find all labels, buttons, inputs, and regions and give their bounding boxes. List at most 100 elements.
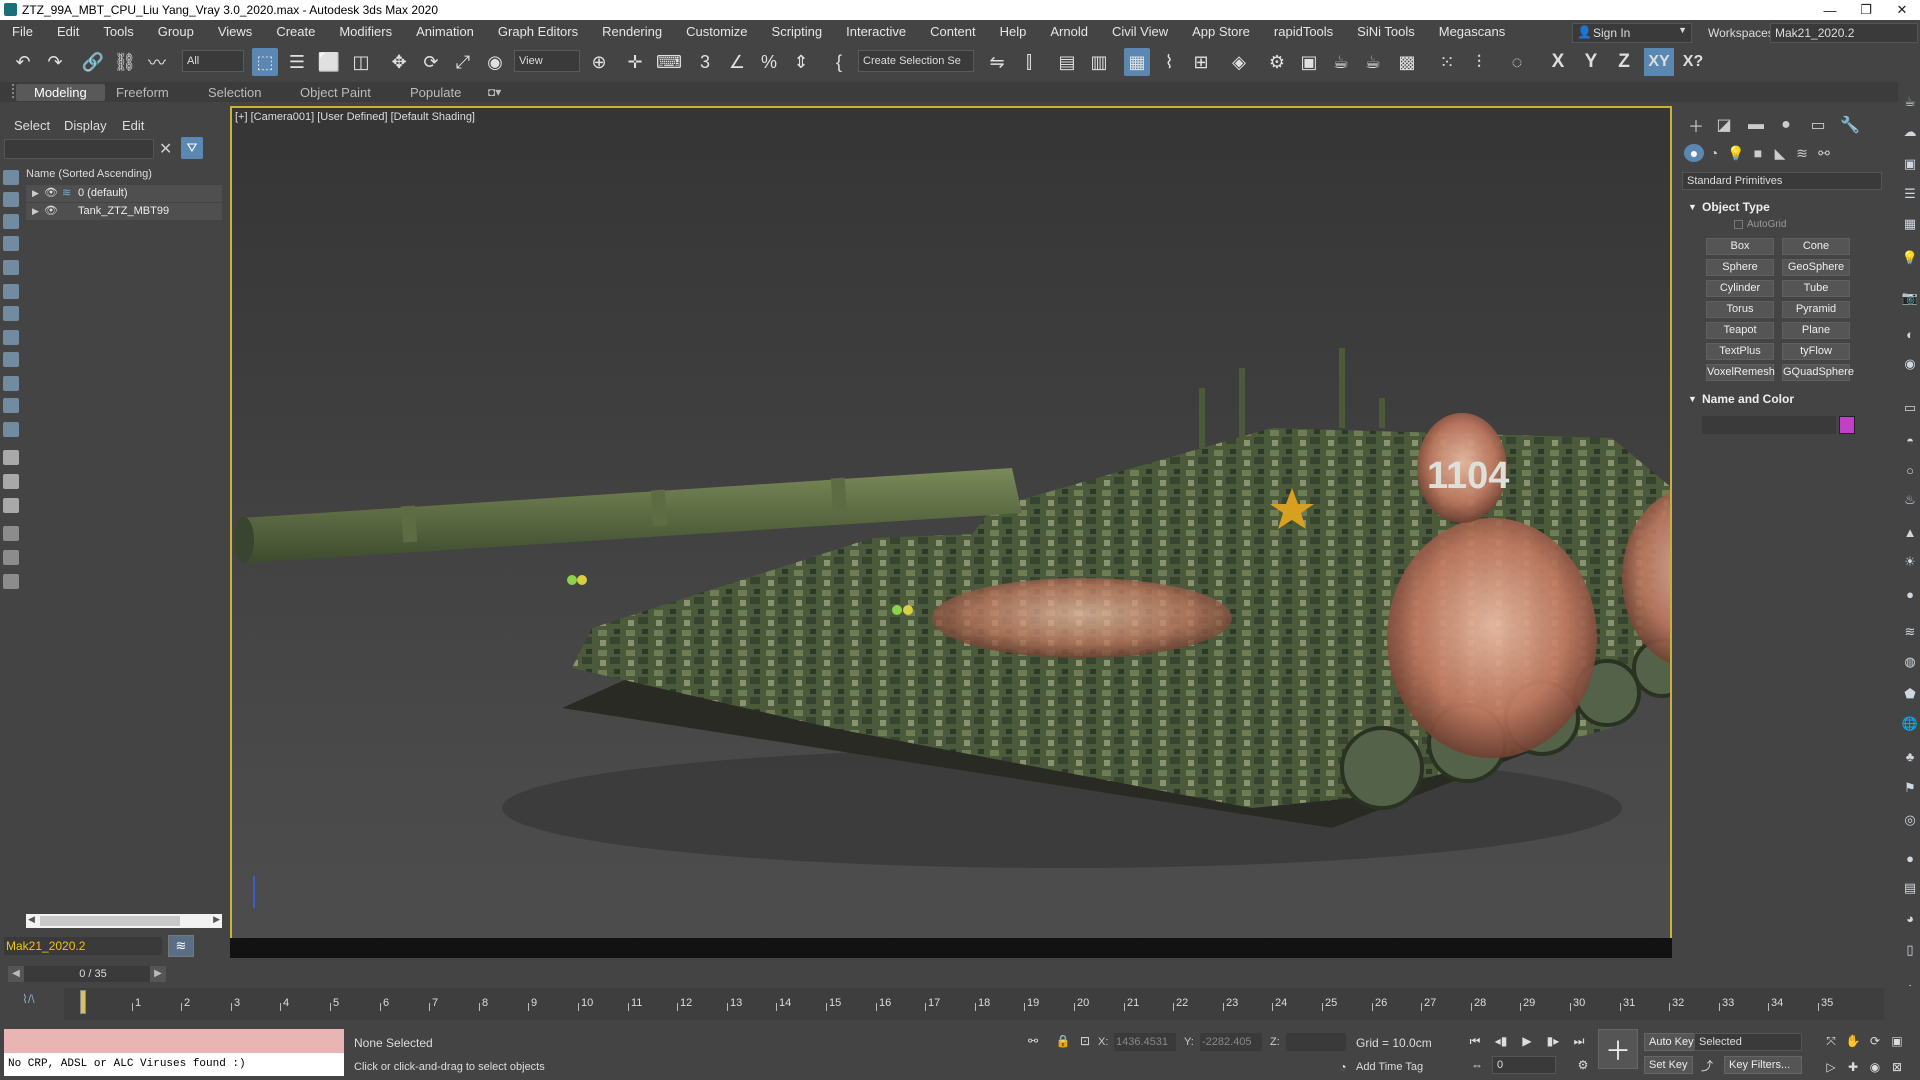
- menu-views[interactable]: Views: [206, 20, 264, 44]
- pivot-center-icon[interactable]: ⊕: [586, 48, 612, 76]
- material-editor-icon[interactable]: ◈: [1226, 48, 1252, 76]
- globe-icon[interactable]: 🌐: [1902, 716, 1918, 732]
- column-header-name[interactable]: Name (Sorted Ascending): [26, 166, 222, 182]
- gquadsphere-button[interactable]: GQuadSphere: [1782, 364, 1854, 381]
- shell-icon[interactable]: ◎: [1902, 812, 1918, 828]
- list-icon[interactable]: ☰: [1902, 186, 1918, 202]
- object-name-field[interactable]: [1702, 416, 1836, 434]
- tyflow-button[interactable]: tyFlow: [1782, 343, 1850, 360]
- reference-coordinate-dropdown[interactable]: View: [514, 50, 580, 72]
- ies-light-icon[interactable]: ♨: [1902, 492, 1918, 508]
- menu-group[interactable]: Group: [146, 20, 206, 44]
- visibility-eye-icon[interactable]: 👁: [44, 185, 58, 202]
- pyramid-button[interactable]: Pyramid: [1782, 301, 1850, 318]
- fov-icon[interactable]: ▷: [1822, 1058, 1840, 1076]
- menu-tools[interactable]: Tools: [91, 20, 145, 44]
- keyboard-shortcut-toggle-icon[interactable]: ⌨: [656, 48, 682, 76]
- plane-light-icon[interactable]: ▭: [1902, 400, 1918, 416]
- display-xrefs-icon[interactable]: [3, 330, 19, 345]
- key-mode-toggle-icon[interactable]: ⇔: [1468, 1056, 1486, 1074]
- explorer-horizontal-scrollbar[interactable]: ◀ ▶: [26, 914, 222, 928]
- menu-sini-tools[interactable]: SiNi Tools: [1345, 20, 1427, 44]
- name-and-color-rollout[interactable]: ▼ Name and Color: [1682, 390, 1882, 408]
- sign-in-dropdown[interactable]: 👤 Sign In ▼: [1572, 23, 1692, 43]
- menu-modifiers[interactable]: Modifiers: [327, 20, 404, 44]
- auto-key-button[interactable]: Auto Key: [1644, 1033, 1699, 1051]
- proxy-icon[interactable]: ⬟: [1902, 686, 1918, 702]
- time-slider[interactable]: 0 / 35: [24, 966, 162, 982]
- fur-icon[interactable]: ≋: [1902, 624, 1918, 640]
- spinner-snap-icon[interactable]: ⇕: [788, 48, 814, 76]
- render-production-icon[interactable]: ☕: [1328, 48, 1354, 76]
- scroll-right-icon[interactable]: ▶: [213, 914, 220, 925]
- menu-file[interactable]: File: [0, 20, 45, 44]
- play-icon[interactable]: ▶: [1518, 1032, 1536, 1050]
- menu-app-store[interactable]: App Store: [1180, 20, 1262, 44]
- isolate-selection-icon[interactable]: ◌: [1504, 48, 1530, 76]
- textplus-button[interactable]: TextPlus: [1706, 343, 1774, 360]
- plant-icon[interactable]: ♣: [1902, 748, 1918, 764]
- rectangular-selection-icon[interactable]: ⬜: [316, 48, 342, 76]
- menu-rendering[interactable]: Rendering: [590, 20, 674, 44]
- set-key-button[interactable]: Set Key: [1644, 1056, 1693, 1074]
- restore-button[interactable]: ❐: [1846, 0, 1886, 20]
- display-tab-icon[interactable]: ▭: [1806, 114, 1830, 136]
- torus-button[interactable]: Torus: [1706, 301, 1774, 318]
- layer-explorer-icon[interactable]: ▥: [1086, 48, 1112, 76]
- dome-light-icon[interactable]: ◓: [1902, 432, 1918, 448]
- dome-icon[interactable]: ◐: [1902, 326, 1918, 342]
- axis-x-toggle[interactable]: X: [1545, 48, 1571, 76]
- sphere-blue-icon[interactable]: ●: [1902, 850, 1918, 866]
- cloud-icon[interactable]: ☁: [1902, 124, 1918, 140]
- display-helpers-icon[interactable]: [3, 260, 19, 275]
- add-time-tag-button[interactable]: Add Time Tag: [1356, 1061, 1423, 1073]
- current-frame-field[interactable]: 0: [1492, 1056, 1556, 1074]
- visibility-eye-icon[interactable]: 👁: [44, 203, 58, 220]
- link-icon[interactable]: 🔗: [80, 48, 106, 76]
- menu-edit[interactable]: Edit: [45, 20, 91, 44]
- absolute-mode-icon[interactable]: ⊡: [1076, 1032, 1094, 1050]
- geosphere-button[interactable]: GeoSphere: [1782, 259, 1850, 276]
- maximize-viewport-icon[interactable]: ▣: [1888, 1032, 1906, 1050]
- walk-through-icon[interactable]: ✚: [1844, 1058, 1862, 1076]
- display-groups-icon[interactable]: [3, 306, 19, 321]
- helpers-category-icon[interactable]: ◣: [1770, 144, 1790, 162]
- toggle-ribbon-icon[interactable]: ▦: [1124, 48, 1150, 76]
- explorer-search-input[interactable]: [4, 139, 154, 159]
- expand-arrow-icon[interactable]: ▶: [32, 185, 39, 202]
- ribbon-tab-freeform[interactable]: Freeform: [116, 84, 169, 101]
- ambient-icon[interactable]: ●: [1902, 586, 1918, 602]
- pan-view-icon[interactable]: ✋: [1844, 1032, 1862, 1050]
- maximize-toggle-icon[interactable]: ⊠: [1888, 1058, 1906, 1076]
- next-frame-icon[interactable]: ▶: [150, 966, 166, 982]
- display-bones-icon[interactable]: [3, 352, 19, 367]
- select-by-name-icon[interactable]: ☰: [284, 48, 310, 76]
- current-layer-select[interactable]: Mak21_2020.2: [4, 937, 162, 955]
- cone-button[interactable]: Cone: [1782, 238, 1850, 255]
- layer-explorer-toggle-icon[interactable]: ≋: [168, 935, 194, 957]
- camera-icon[interactable]: 📷: [1902, 290, 1918, 306]
- selection-filter-dropdown[interactable]: All: [182, 50, 244, 72]
- filter-funnel-2-icon[interactable]: [3, 550, 19, 565]
- cameras-category-icon[interactable]: ■: [1748, 144, 1768, 162]
- sphere-white-icon[interactable]: ○: [1902, 462, 1918, 478]
- scroll-left-icon[interactable]: ◀: [28, 914, 35, 925]
- explorer-menu-display[interactable]: Display: [64, 118, 107, 133]
- filter-icon[interactable]: ⛛: [181, 137, 203, 159]
- close-button[interactable]: ✕: [1882, 0, 1920, 20]
- viewport-label-menu[interactable]: [+] [Camera001] [User Defined] [Default …: [235, 111, 475, 123]
- ribbon-tab-selection[interactable]: Selection: [208, 84, 261, 101]
- systems-category-icon[interactable]: ⚯: [1814, 144, 1834, 162]
- isolate-toggle-icon[interactable]: ⚯: [1024, 1032, 1042, 1050]
- z-coordinate-field[interactable]: [1286, 1033, 1346, 1051]
- menu-interactive[interactable]: Interactive: [834, 20, 918, 44]
- menu-help[interactable]: Help: [988, 20, 1039, 44]
- sun-icon[interactable]: ☀: [1902, 554, 1918, 570]
- menu-animation[interactable]: Animation: [404, 20, 486, 44]
- menu-arnold[interactable]: Arnold: [1038, 20, 1100, 44]
- mirror-icon[interactable]: ⇋: [984, 48, 1010, 76]
- create-tab-icon[interactable]: ＋: [1684, 114, 1708, 136]
- schematic-view-icon[interactable]: ⊞: [1188, 48, 1214, 76]
- undo-icon[interactable]: ↶: [10, 48, 36, 76]
- ribbon-tab-populate[interactable]: Populate: [410, 84, 461, 101]
